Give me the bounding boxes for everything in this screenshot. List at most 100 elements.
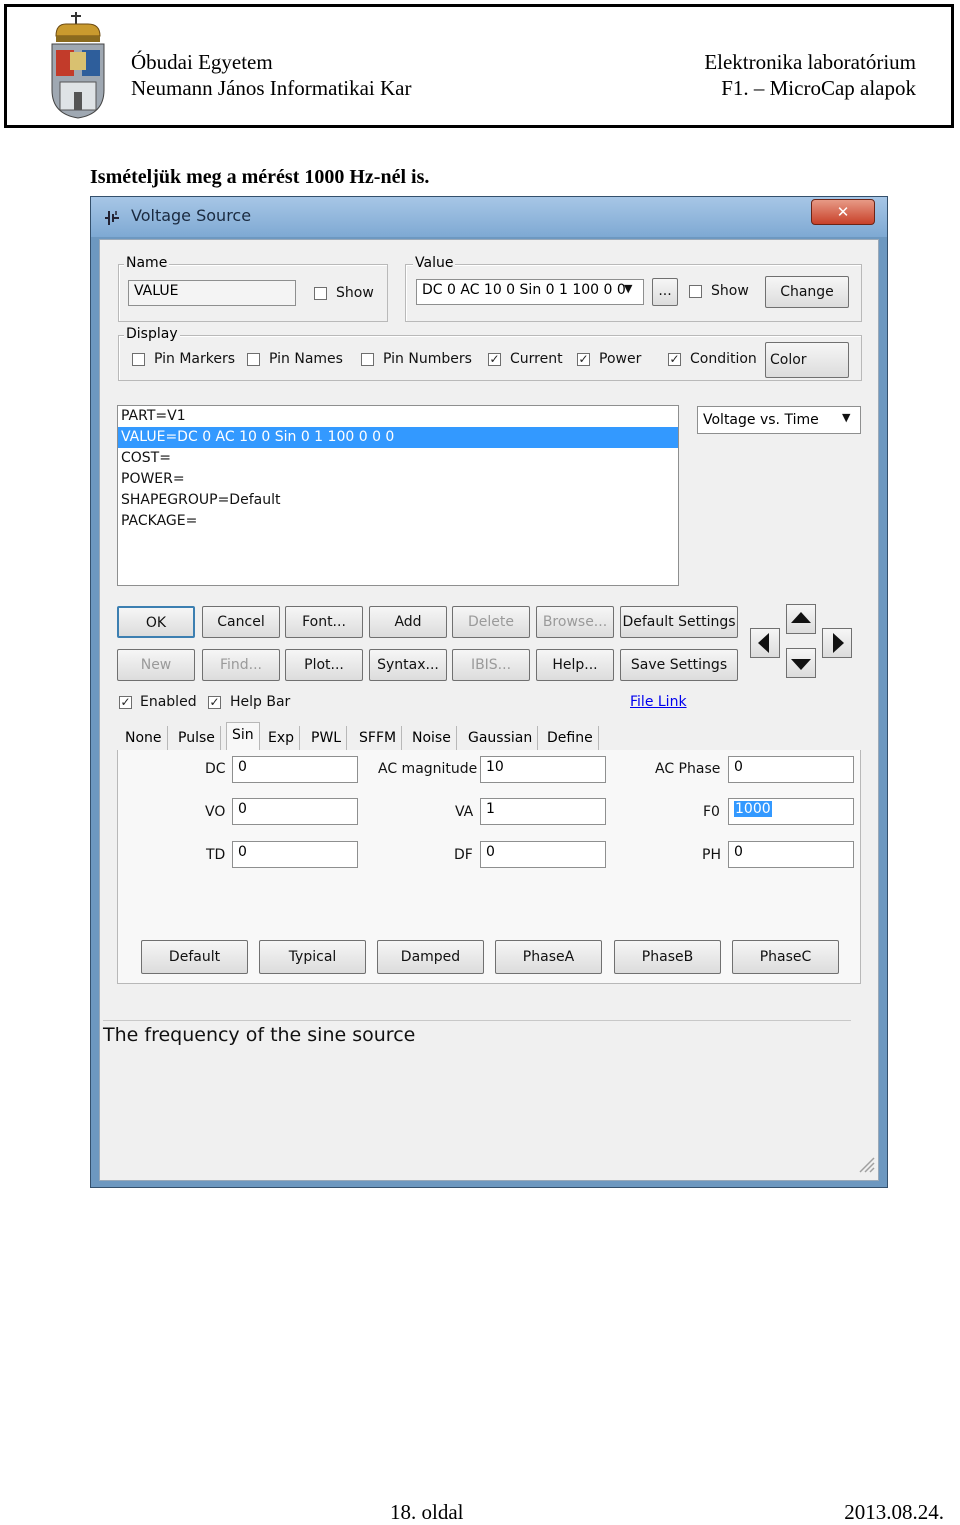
- font-button[interactable]: Font...: [285, 606, 363, 638]
- university-name: Óbudai Egyetem: [131, 50, 273, 74]
- va-label: VA: [455, 804, 474, 820]
- file-link[interactable]: File Link: [630, 694, 687, 710]
- vo-label: VO: [205, 804, 226, 820]
- vo-input[interactable]: 0: [232, 798, 358, 825]
- cancel-button[interactable]: Cancel: [202, 606, 280, 638]
- tab-pwl[interactable]: PWL: [306, 726, 348, 750]
- pin-names-checkbox[interactable]: [247, 353, 260, 366]
- name-field[interactable]: VALUE: [128, 280, 296, 306]
- power-label: Power: [599, 351, 642, 367]
- move-left-button[interactable]: [750, 628, 780, 658]
- university-crest-icon: [51, 12, 105, 119]
- attribute-list[interactable]: PART=V1 VALUE=DC 0 AC 10 0 Sin 0 1 100 0…: [117, 405, 679, 586]
- value-dropdown-arrow-icon[interactable]: ▼: [624, 282, 632, 295]
- move-down-button[interactable]: [786, 648, 816, 678]
- ac-phase-input[interactable]: 0: [728, 756, 854, 783]
- move-right-button[interactable]: [822, 628, 852, 658]
- dialog-client-area: Name VALUE Show Value DC 0 AC 10 0 Sin 0…: [99, 239, 879, 1181]
- syntax-button[interactable]: Syntax...: [369, 649, 447, 681]
- move-up-button[interactable]: [786, 604, 816, 634]
- value-combobox[interactable]: DC 0 AC 10 0 Sin 0 1 100 0 0: [416, 279, 644, 305]
- td-input[interactable]: 0: [232, 841, 358, 868]
- preset-phasec-button[interactable]: PhaseC: [732, 940, 839, 974]
- f0-input[interactable]: 1000: [728, 798, 854, 825]
- tab-pulse[interactable]: Pulse: [173, 726, 221, 750]
- pin-markers-checkbox[interactable]: [132, 353, 145, 366]
- intro-text: Ismételjük meg a mérést 1000 Hz-nél is.: [90, 166, 430, 188]
- df-input[interactable]: 0: [480, 841, 606, 868]
- plot-button[interactable]: Plot...: [285, 649, 363, 681]
- find-button[interactable]: Find...: [202, 649, 280, 681]
- tab-exp[interactable]: Exp: [263, 726, 301, 750]
- pin-numbers-label: Pin Numbers: [383, 351, 472, 367]
- value-legend: Value: [413, 255, 456, 271]
- condition-checkbox[interactable]: ✓: [668, 353, 681, 366]
- value-browse-button[interactable]: ...: [652, 278, 678, 306]
- voltage-source-dialog: Voltage Source ✕ Name VALUE Show Value D…: [90, 196, 888, 1188]
- tab-none[interactable]: None: [120, 726, 168, 750]
- dialog-title: Voltage Source: [131, 206, 252, 225]
- tab-gaussian[interactable]: Gaussian: [463, 726, 539, 750]
- change-button[interactable]: Change: [765, 276, 849, 308]
- current-label: Current: [510, 351, 563, 367]
- tab-sin[interactable]: Sin: [226, 722, 260, 751]
- topic-name: F1. – MicroCap alapok: [721, 76, 916, 100]
- course-name: Elektronika laboratórium: [704, 50, 916, 74]
- plot-type-dropdown-arrow-icon[interactable]: ▼: [842, 411, 850, 424]
- tab-sffm[interactable]: SFFM: [354, 726, 403, 750]
- faculty-name: Neumann János Informatikai Kar: [131, 76, 412, 100]
- pin-markers-label: Pin Markers: [154, 351, 236, 367]
- name-legend: Name: [124, 255, 170, 271]
- attribute-item[interactable]: SHAPEGROUP=Default: [118, 490, 678, 511]
- name-show-checkbox[interactable]: [314, 287, 327, 300]
- attribute-item[interactable]: COST=: [118, 448, 678, 469]
- ph-label: PH: [702, 847, 721, 863]
- help-button[interactable]: Help...: [536, 649, 614, 681]
- arrow-right-icon: [833, 633, 844, 653]
- va-input[interactable]: 1: [480, 798, 606, 825]
- new-button[interactable]: New: [117, 649, 195, 681]
- condition-label: Condition: [690, 351, 757, 367]
- preset-default-button[interactable]: Default: [141, 940, 248, 974]
- value-show-label: Show: [711, 283, 749, 299]
- dialog-title-bar[interactable]: Voltage Source ✕: [91, 197, 887, 237]
- current-checkbox[interactable]: ✓: [488, 353, 501, 366]
- enabled-checkbox[interactable]: ✓: [119, 696, 132, 709]
- preset-typical-button[interactable]: Typical: [259, 940, 366, 974]
- close-button[interactable]: ✕: [811, 199, 875, 225]
- f0-value-selected: 1000: [734, 801, 772, 817]
- plot-type-select[interactable]: Voltage vs. Time: [697, 406, 861, 434]
- ok-button[interactable]: OK: [117, 606, 195, 638]
- ac-magnitude-input[interactable]: 10: [480, 756, 606, 783]
- td-label: TD: [206, 847, 226, 863]
- document-date: 2013.08.24.: [844, 1500, 944, 1524]
- ibis-button[interactable]: IBIS...: [452, 649, 530, 681]
- delete-button[interactable]: Delete: [452, 606, 530, 638]
- add-button[interactable]: Add: [369, 606, 447, 638]
- pin-names-label: Pin Names: [269, 351, 343, 367]
- attribute-item-selected[interactable]: VALUE=DC 0 AC 10 0 Sin 0 1 100 0 0 0: [118, 427, 678, 448]
- dc-input[interactable]: 0: [232, 756, 358, 783]
- preset-phaseb-button[interactable]: PhaseB: [614, 940, 721, 974]
- f0-label: F0: [703, 804, 720, 820]
- help-bar-text: The frequency of the sine source: [103, 1024, 416, 1046]
- resize-grip-icon[interactable]: [856, 1154, 876, 1174]
- attribute-item[interactable]: PACKAGE=: [118, 511, 678, 532]
- ac-magnitude-label: AC magnitude: [378, 761, 478, 777]
- tab-define[interactable]: Define: [542, 726, 599, 750]
- ph-input[interactable]: 0: [728, 841, 854, 868]
- value-show-checkbox[interactable]: [689, 285, 702, 298]
- tab-noise[interactable]: Noise: [407, 726, 457, 750]
- attribute-item[interactable]: PART=V1: [118, 406, 678, 427]
- df-label: DF: [454, 847, 473, 863]
- browse-button[interactable]: Browse...: [536, 606, 614, 638]
- attribute-item[interactable]: POWER=: [118, 469, 678, 490]
- help-bar-checkbox[interactable]: ✓: [208, 696, 221, 709]
- color-button[interactable]: Color: [765, 342, 849, 378]
- preset-phasea-button[interactable]: PhaseA: [495, 940, 602, 974]
- save-settings-button[interactable]: Save Settings: [620, 649, 738, 681]
- default-settings-button[interactable]: Default Settings: [620, 606, 738, 638]
- power-checkbox[interactable]: ✓: [577, 353, 590, 366]
- pin-numbers-checkbox[interactable]: [361, 353, 374, 366]
- preset-damped-button[interactable]: Damped: [377, 940, 484, 974]
